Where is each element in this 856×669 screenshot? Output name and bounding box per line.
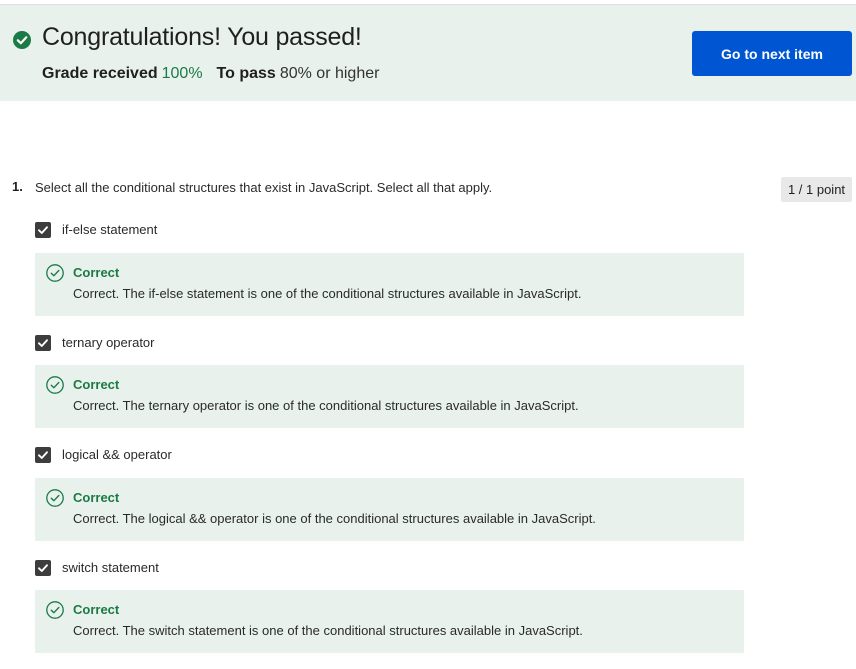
feedback-title: Correct: [73, 490, 120, 505]
answer-feedback: Correct Correct. The ternary operator is…: [35, 365, 744, 428]
answer-option[interactable]: switch statement: [35, 558, 159, 578]
points-badge: 1 / 1 point: [781, 177, 852, 202]
checkmark-icon: [38, 226, 48, 234]
feedback-text: Correct. The logical && operator is one …: [73, 511, 596, 526]
answer-option-label: if-else statement: [62, 222, 158, 237]
pass-threshold-label: To pass: [216, 65, 276, 82]
answer-feedback: Correct Correct. The logical && operator…: [35, 478, 744, 541]
answer-feedback: Correct Correct. The switch statement is…: [35, 590, 744, 653]
feedback-title: Correct: [73, 602, 120, 617]
check-circle-filled-icon: [13, 31, 31, 49]
checkbox-checked[interactable]: [35, 447, 51, 463]
feedback-title: Correct: [73, 377, 120, 392]
grade-label: Grade received: [42, 65, 158, 82]
go-to-next-item-button[interactable]: Go to next item: [692, 31, 852, 76]
answer-option-label: logical && operator: [62, 447, 172, 462]
answer-option[interactable]: ternary operator: [35, 333, 155, 353]
pass-title: Congratulations! You passed!: [42, 23, 362, 51]
grade-summary: Grade received 100% To pass 80% or higher: [42, 63, 379, 85]
answer-option-label: ternary operator: [62, 335, 155, 350]
grade-value: 100%: [161, 65, 203, 82]
answer-option-label: switch statement: [62, 560, 159, 575]
question-text: Select all the conditional structures th…: [35, 180, 493, 195]
pass-threshold-value: 80% or higher: [279, 65, 380, 82]
answer-feedback: Correct Correct. The if-else statement i…: [35, 253, 744, 316]
feedback-title: Correct: [73, 265, 120, 280]
checkmark-icon: [38, 451, 48, 459]
check-circle-outline-icon: [46, 489, 64, 507]
checkbox-checked[interactable]: [35, 560, 51, 576]
pass-banner: Congratulations! You passed! Grade recei…: [0, 4, 856, 101]
quiz-results-page: Congratulations! You passed! Grade recei…: [0, 0, 856, 669]
checkbox-checked[interactable]: [35, 335, 51, 351]
question-number: 1.: [12, 179, 23, 194]
check-circle-outline-icon: [46, 264, 64, 282]
feedback-text: Correct. The switch statement is one of …: [73, 623, 583, 638]
checkbox-checked[interactable]: [35, 222, 51, 238]
checkmark-icon: [38, 564, 48, 572]
checkmark-icon: [38, 339, 48, 347]
feedback-text: Correct. The if-else statement is one of…: [73, 286, 582, 301]
check-circle-outline-icon: [46, 601, 64, 619]
check-circle-outline-icon: [46, 376, 64, 394]
answer-option[interactable]: if-else statement: [35, 220, 157, 240]
answer-option[interactable]: logical && operator: [35, 445, 172, 465]
feedback-text: Correct. The ternary operator is one of …: [73, 398, 579, 413]
